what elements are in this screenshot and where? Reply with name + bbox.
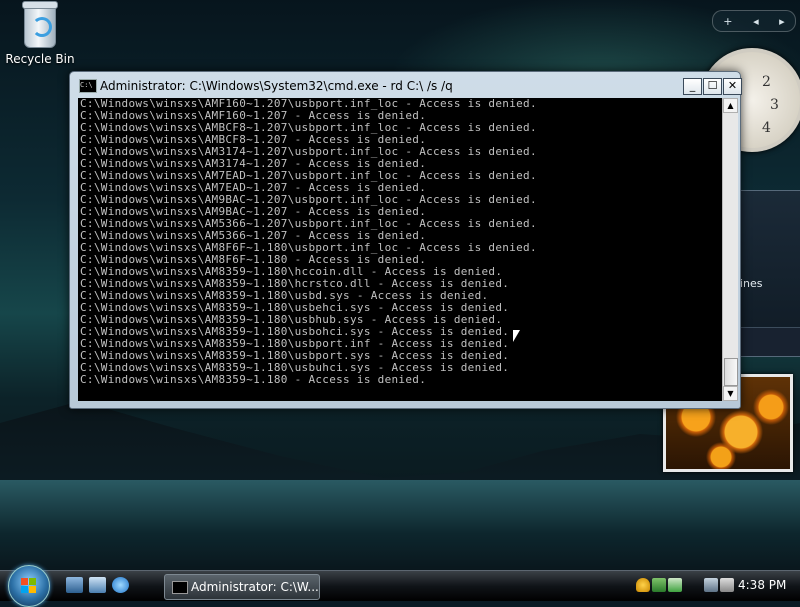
internet-explorer-icon[interactable] xyxy=(112,577,129,593)
recycle-bin-label: Recycle Bin xyxy=(5,52,75,66)
switch-windows-icon[interactable] xyxy=(89,577,106,593)
console-line: C:\Windows\winsxs\AM8359~1.180 - Access … xyxy=(80,373,427,386)
taskbar-cmd-label: Administrator: C:\W... xyxy=(191,580,319,594)
update-check-icon[interactable] xyxy=(668,578,682,592)
taskbar-cmd-button[interactable]: Administrator: C:\W... xyxy=(164,574,320,600)
taskbar: Administrator: C:\W... 4:38 PM xyxy=(0,565,800,607)
taskbar-clock[interactable]: 4:38 PM xyxy=(738,578,786,592)
media-gadget-text: ines xyxy=(740,277,763,290)
maximize-button[interactable]: ☐ xyxy=(703,78,722,95)
cmd-window: C:\ Administrator: C:\Windows\System32\c… xyxy=(69,71,742,409)
start-button[interactable] xyxy=(8,565,50,607)
sidebar-controls: + ◂ ▸ xyxy=(712,10,796,32)
cmd-taskbar-icon xyxy=(172,581,188,594)
scroll-down-arrow-icon[interactable]: ▼ xyxy=(723,386,738,401)
security-shield-icon[interactable] xyxy=(636,578,650,592)
volume-muted-icon[interactable] xyxy=(720,578,734,592)
close-button[interactable]: ✕ xyxy=(723,78,742,95)
wallpaper-lake xyxy=(0,480,800,570)
next-page-button[interactable]: ▸ xyxy=(779,15,785,28)
show-desktop-icon[interactable] xyxy=(66,577,83,593)
media-gadget-bar xyxy=(736,327,800,356)
media-gadget[interactable]: ines xyxy=(735,190,800,357)
scroll-up-arrow-icon[interactable]: ▲ xyxy=(723,98,738,113)
clock-number-3: 3 xyxy=(770,97,779,113)
scroll-thumb[interactable] xyxy=(724,358,738,386)
mouse-cursor-icon xyxy=(513,330,520,342)
previous-page-button[interactable]: ◂ xyxy=(753,15,759,28)
windows-defender-icon[interactable] xyxy=(652,578,666,592)
window-title: Administrator: C:\Windows\System32\cmd.e… xyxy=(100,79,453,93)
vertical-scrollbar[interactable]: ▲ ▼ xyxy=(722,98,738,401)
add-gadget-button[interactable]: + xyxy=(723,15,732,28)
minimize-button[interactable]: _ xyxy=(683,78,702,95)
clock-number-4: 4 xyxy=(762,120,771,136)
cmd-titlebar[interactable]: C:\ Administrator: C:\Windows\System32\c… xyxy=(70,72,742,96)
network-icon[interactable] xyxy=(704,578,718,592)
console-output[interactable]: C:\Windows\winsxs\AMF160~1.207\usbport.i… xyxy=(78,98,723,401)
recycle-bin-icon xyxy=(22,1,58,48)
recycle-bin-desktop-icon[interactable]: Recycle Bin xyxy=(4,1,76,66)
cmd-icon: C:\ xyxy=(79,79,97,93)
windows-flag-icon xyxy=(21,578,37,594)
clock-number-2: 2 xyxy=(762,74,771,90)
